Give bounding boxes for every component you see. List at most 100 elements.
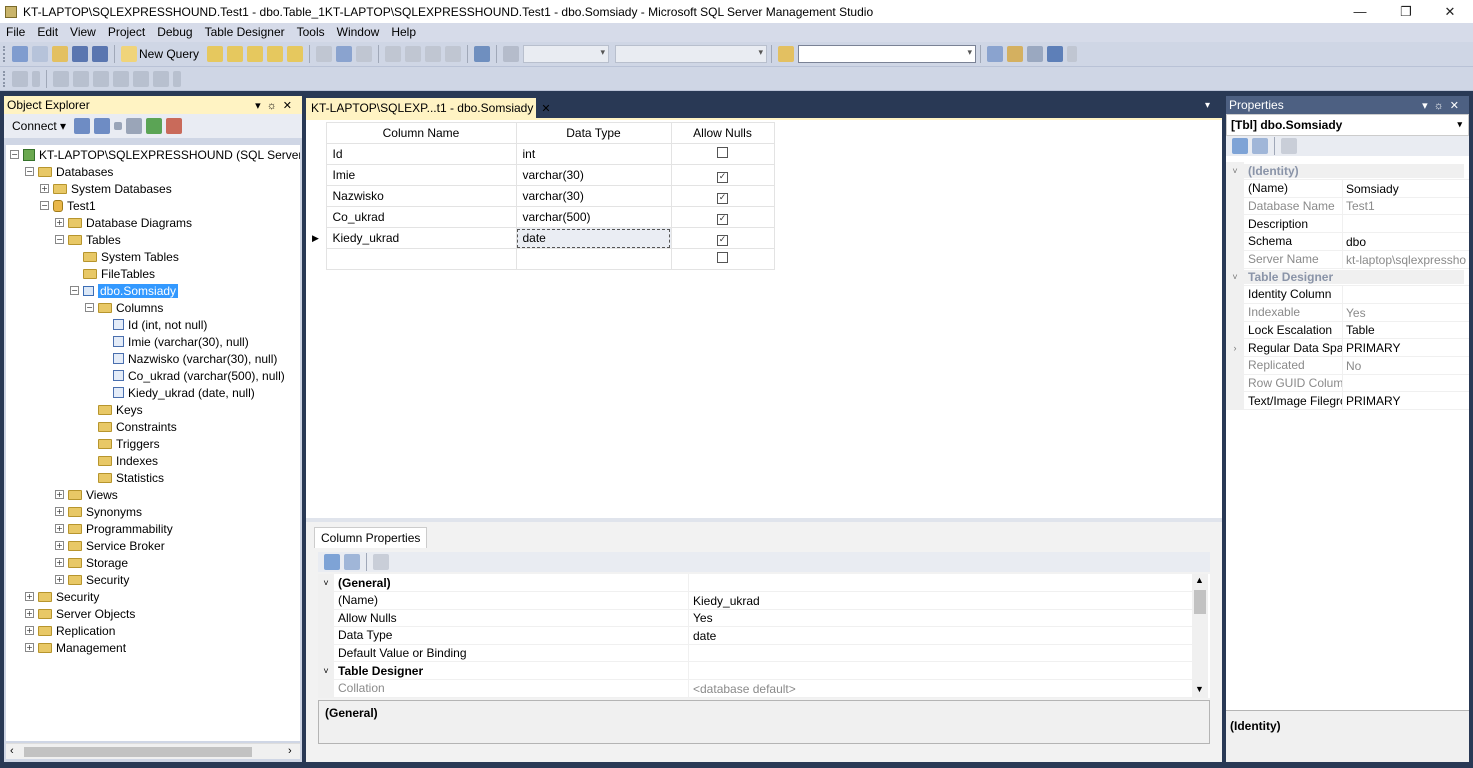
- designer-row[interactable]: Imie varchar(30) ✓: [308, 164, 775, 186]
- prop-value[interactable]: Somsiady: [1342, 179, 1466, 197]
- data-type-cell[interactable]: [515, 248, 672, 270]
- db-engine-query-icon[interactable]: [207, 46, 224, 62]
- property-row[interactable]: (Name) Kiedy_ukrad: [318, 591, 1192, 610]
- expand-toggle-icon[interactable]: +: [55, 524, 64, 533]
- relationships-icon[interactable]: [53, 70, 69, 87]
- expand-toggle-icon[interactable]: +: [55, 507, 64, 516]
- close-tab-icon[interactable]: ✕: [541, 102, 550, 115]
- tree-node[interactable]: Nazwisko (varchar(30), null): [100, 350, 277, 367]
- expand-toggle-icon[interactable]: −: [55, 235, 64, 244]
- tree-node[interactable]: + Replication: [25, 622, 115, 639]
- document-tab[interactable]: KT-LAPTOP\SQLEXP...t1 - dbo.Somsiady ✕: [306, 98, 551, 118]
- prop-categorized-icon[interactable]: [1232, 138, 1248, 154]
- allow-nulls-cell[interactable]: ✓: [670, 185, 775, 207]
- expand-toggle-icon[interactable]: −: [85, 303, 94, 312]
- prop-value[interactable]: Table: [1342, 321, 1466, 339]
- prop-row[interactable]: › Regular Data Space SpecificationPRIMARY: [1226, 339, 1469, 357]
- menu-view[interactable]: View: [64, 23, 102, 42]
- stop-icon[interactable]: [114, 122, 123, 130]
- allow-nulls-cell[interactable]: ✓: [670, 206, 775, 228]
- prop-row[interactable]: Lock Escalation Table: [1226, 321, 1469, 340]
- tree-node[interactable]: + Storage: [55, 554, 128, 571]
- expand-toggle-icon[interactable]: +: [55, 575, 64, 584]
- analysis-query-icon[interactable]: [227, 46, 244, 62]
- column-properties-tab[interactable]: Column Properties: [314, 527, 428, 548]
- expand-toggle-icon[interactable]: +: [55, 558, 64, 567]
- designer-row[interactable]: ▶ Kiedy_ukrad date ✓: [308, 227, 775, 249]
- tree-node[interactable]: Co_ukrad (varchar(500), null): [100, 367, 285, 384]
- prop-value[interactable]: No: [1342, 356, 1466, 374]
- designer-row[interactable]: Id int: [308, 143, 775, 165]
- expand-toggle-icon[interactable]: +: [25, 592, 34, 601]
- data-type-cell[interactable]: varchar(30): [515, 185, 672, 207]
- menu-edit[interactable]: Edit: [31, 23, 64, 42]
- dax-query-icon[interactable]: [287, 46, 304, 62]
- menu-debug[interactable]: Debug: [151, 23, 198, 42]
- tree-node[interactable]: Keys: [85, 401, 143, 418]
- unchecked-checkbox-icon[interactable]: [717, 252, 728, 263]
- tree-node[interactable]: Kiedy_ukrad (date, null): [100, 384, 255, 401]
- tree-node[interactable]: − KT-LAPTOP\SQLEXPRESSHOUND (SQL Server 1…: [10, 146, 300, 163]
- prop-value[interactable]: [1342, 374, 1466, 392]
- toolbar2-options-icon[interactable]: [173, 70, 181, 87]
- expand-toggle-icon[interactable]: +: [25, 609, 34, 618]
- scroll-down-icon[interactable]: ▼: [1195, 684, 1204, 694]
- tree-node[interactable]: Id (int, not null): [100, 316, 207, 333]
- tree-horizontal-scrollbar[interactable]: ‹ ›: [6, 743, 300, 759]
- prop-row[interactable]: Server Name kt-laptop\sqlexpresshound: [1226, 250, 1469, 269]
- prop-row[interactable]: Replicated No: [1226, 356, 1469, 375]
- connect-object-explorer-icon[interactable]: [74, 118, 91, 134]
- connect-button[interactable]: Connect ▾: [12, 119, 66, 133]
- menu-table-designer[interactable]: Table Designer: [199, 23, 291, 42]
- tree-node[interactable]: + Security: [55, 571, 129, 588]
- scroll-left-icon[interactable]: ‹: [10, 745, 14, 757]
- tree-node[interactable]: + Server Objects: [25, 605, 135, 622]
- object-explorer-icon[interactable]: [1007, 46, 1024, 62]
- property-row[interactable]: Data Type date: [318, 626, 1192, 645]
- row-selector[interactable]: [308, 248, 327, 270]
- prop-row[interactable]: Description: [1226, 215, 1469, 234]
- spatial-indexes-icon[interactable]: [153, 70, 169, 87]
- menu-window[interactable]: Window: [331, 23, 386, 42]
- prop-pages-icon[interactable]: [1281, 138, 1297, 154]
- allow-nulls-cell[interactable]: ✓: [670, 164, 775, 186]
- tree-node[interactable]: + Database Diagrams: [55, 214, 192, 231]
- generate-change-script-icon[interactable]: [12, 70, 28, 87]
- prop-collapse-chevron-icon[interactable]: ˅: [1226, 162, 1244, 179]
- filter-icon[interactable]: [126, 118, 143, 134]
- property-value[interactable]: Yes: [688, 609, 713, 627]
- prop-value[interactable]: Test1: [1342, 197, 1466, 215]
- prop-value[interactable]: dbo: [1342, 232, 1466, 250]
- column-name-cell[interactable]: Co_ukrad: [325, 206, 517, 228]
- tree-node[interactable]: FileTables: [70, 265, 155, 282]
- data-type-cell[interactable]: varchar(30): [515, 164, 672, 186]
- property-value[interactable]: date: [688, 626, 716, 644]
- save-icon[interactable]: [72, 46, 88, 62]
- prop-category-row[interactable]: ˅ (Identity): [1226, 162, 1469, 180]
- prop-collapse-chevron-icon[interactable]: ˅: [1226, 268, 1244, 286]
- data-type-cell[interactable]: varchar(500): [515, 206, 672, 228]
- prop-value[interactable]: kt-laptop\sqlexpresshound: [1342, 250, 1466, 268]
- tree-node[interactable]: − Columns: [85, 299, 163, 316]
- prop-row[interactable]: Text/Image FilegroupPRIMARY: [1226, 392, 1469, 411]
- tree-node[interactable]: + Synonyms: [55, 503, 142, 520]
- colprops-scroll-thumb[interactable]: [1194, 590, 1206, 614]
- allow-nulls-cell[interactable]: ✓: [670, 227, 775, 249]
- properties-object-combo[interactable]: [Tbl] dbo.Somsiady ▾: [1226, 114, 1469, 136]
- data-type-cell[interactable]: date: [515, 227, 672, 249]
- property-row[interactable]: Collation <database default>: [318, 679, 1192, 698]
- current-row-indicator-icon[interactable]: ▶: [308, 227, 327, 249]
- scroll-thumb[interactable]: [24, 747, 252, 757]
- allow-nulls-cell[interactable]: [670, 143, 775, 165]
- row-selector[interactable]: [308, 143, 327, 165]
- tree-node[interactable]: Imie (varchar(30), null): [100, 333, 249, 350]
- alphabetical-icon[interactable]: [344, 554, 360, 570]
- property-row[interactable]: Allow Nulls Yes: [318, 609, 1192, 628]
- property-category-row[interactable]: ˅ Table Designer: [318, 662, 1192, 680]
- scroll-up-icon[interactable]: ▲: [1195, 575, 1204, 585]
- tree-node[interactable]: Triggers: [85, 435, 160, 452]
- categorized-icon[interactable]: [324, 554, 340, 570]
- find-combo[interactable]: ▾: [798, 45, 977, 63]
- tree-node[interactable]: + Security: [25, 588, 99, 605]
- refresh-icon[interactable]: [146, 118, 163, 134]
